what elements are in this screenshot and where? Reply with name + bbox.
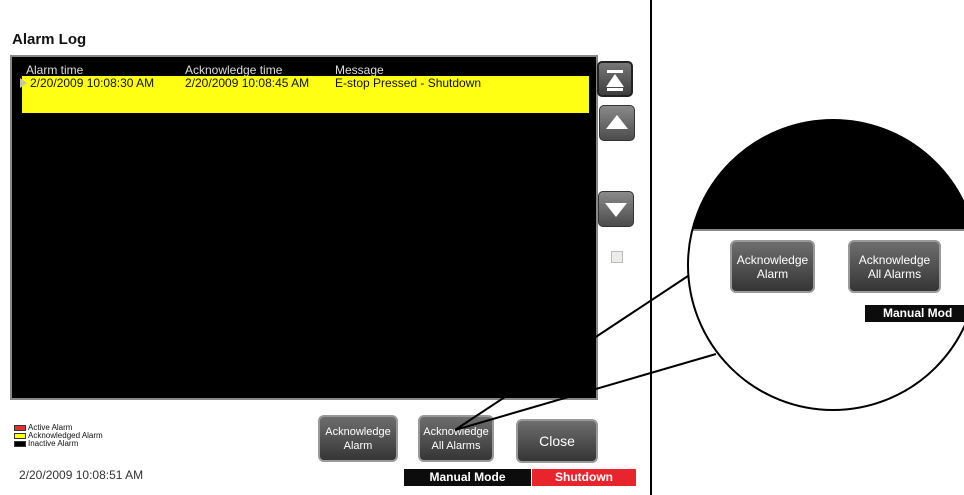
zoom-divider <box>688 229 964 231</box>
zoom-acknowledge-all-button: Acknowledge All Alarms <box>848 240 941 293</box>
zoom-log-panel <box>688 120 964 229</box>
zoom-callout: Acknowledge Alarm Acknowledge All Alarms M… <box>688 120 964 410</box>
zoom-acknowledge-alarm-button: Acknowledge Alarm <box>730 240 815 293</box>
zoom-mode-status: Manual Mod <box>865 305 964 322</box>
